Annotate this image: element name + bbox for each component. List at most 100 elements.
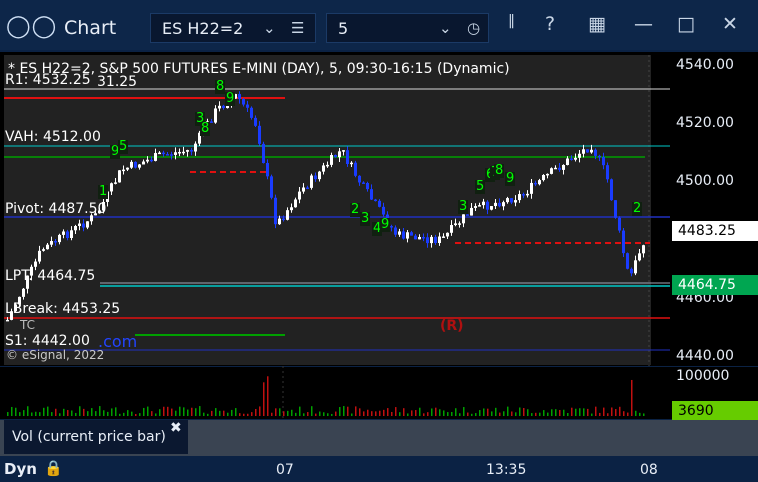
candle-body bbox=[278, 218, 281, 225]
volume-bar bbox=[195, 408, 197, 416]
volume-bar bbox=[423, 413, 425, 416]
candle-body bbox=[354, 162, 357, 176]
volume-bar bbox=[643, 413, 645, 416]
candle-body bbox=[86, 221, 89, 228]
volume-bar bbox=[547, 412, 549, 416]
candle-body bbox=[454, 223, 457, 226]
candle-body bbox=[218, 105, 221, 109]
candle-body bbox=[50, 241, 53, 245]
pivot-label: Pivot: 4487.50 bbox=[5, 201, 107, 217]
candle-body bbox=[242, 99, 245, 105]
price-tick: 4540.00 bbox=[676, 57, 734, 73]
candle-body bbox=[174, 152, 177, 155]
lpt-price-badge: 4464.75 bbox=[672, 275, 758, 295]
volume-bar bbox=[199, 406, 201, 416]
volume-bar bbox=[163, 406, 165, 416]
volume-bars bbox=[7, 376, 645, 416]
candle-body bbox=[578, 153, 581, 158]
volume-bar bbox=[55, 408, 57, 416]
volume-bar bbox=[91, 408, 93, 416]
candle-body bbox=[62, 231, 65, 235]
volume-bar bbox=[259, 406, 261, 416]
candle-body bbox=[470, 207, 473, 216]
candle-body bbox=[438, 236, 441, 244]
volume-bar bbox=[75, 412, 77, 416]
volume-bar bbox=[223, 410, 225, 416]
candle-body bbox=[518, 194, 521, 201]
dynamic-mode-label[interactable]: Dyn bbox=[4, 460, 37, 478]
volume-bar bbox=[155, 413, 157, 416]
candle-body bbox=[150, 159, 153, 162]
td-count-marker: 8 bbox=[200, 121, 211, 136]
volume-bar bbox=[363, 411, 365, 416]
time-label: 13:35 bbox=[486, 462, 527, 478]
candle-body bbox=[266, 163, 269, 177]
candle-body bbox=[302, 187, 305, 192]
volume-bar bbox=[639, 412, 641, 416]
volume-bar bbox=[135, 413, 137, 416]
volume-bar bbox=[351, 413, 353, 416]
volume-bar bbox=[291, 409, 293, 416]
s1-label: S1: 4442.00 bbox=[5, 333, 90, 349]
close-icon[interactable]: ✖ bbox=[170, 420, 182, 436]
lock-icon[interactable]: 🔒 bbox=[44, 459, 63, 477]
volume-bar bbox=[71, 410, 73, 416]
lbreak-label: LBreak: 4453.25 bbox=[5, 301, 121, 317]
candle-body bbox=[498, 202, 501, 207]
candle-body bbox=[530, 182, 533, 194]
candle-body bbox=[314, 175, 317, 180]
volume-bar bbox=[459, 413, 461, 416]
volume-bar bbox=[431, 408, 433, 416]
candle-body bbox=[466, 214, 469, 216]
volume-bar bbox=[115, 407, 117, 416]
volume-bar bbox=[587, 408, 589, 416]
candle-body bbox=[582, 149, 585, 154]
indicator-label[interactable]: Vol (current price bar) bbox=[12, 429, 166, 445]
candle-body bbox=[366, 182, 369, 190]
candle-body bbox=[162, 152, 165, 155]
candle-body bbox=[474, 206, 477, 208]
candle-body bbox=[590, 149, 593, 153]
volume-bar bbox=[507, 406, 509, 416]
volume-bar bbox=[127, 410, 129, 416]
td-count-marker: 8 bbox=[494, 163, 505, 178]
candle-body bbox=[42, 249, 45, 251]
volume-bar bbox=[391, 411, 393, 416]
volume-bar bbox=[407, 413, 409, 416]
watermark: © eSignal, 2022 bbox=[6, 348, 105, 362]
candle-body bbox=[346, 150, 349, 164]
volume-bar bbox=[355, 406, 357, 416]
candle-body bbox=[378, 200, 381, 207]
volume-bar bbox=[539, 412, 541, 416]
volume-bar bbox=[327, 413, 329, 416]
volume-bar bbox=[179, 406, 181, 416]
volume-bar bbox=[447, 412, 449, 416]
candle-body bbox=[478, 205, 481, 207]
td-count-marker: 9 bbox=[505, 171, 516, 186]
candle-body bbox=[458, 223, 461, 225]
volume-bar bbox=[471, 413, 473, 416]
volume-bar bbox=[207, 413, 209, 416]
candle-body bbox=[538, 180, 541, 185]
candle-body bbox=[562, 164, 565, 170]
candle-body bbox=[306, 187, 309, 189]
volume-bar bbox=[59, 413, 61, 416]
volume-bar bbox=[383, 409, 385, 416]
candle-body bbox=[126, 167, 129, 170]
volume-bar bbox=[311, 406, 313, 416]
volume-bar bbox=[635, 410, 637, 416]
volume-bar bbox=[559, 409, 561, 416]
candle-body bbox=[598, 155, 601, 158]
candle-body bbox=[418, 236, 421, 240]
volume-bar bbox=[387, 408, 389, 416]
volume-bar bbox=[247, 413, 249, 416]
candle-body bbox=[490, 206, 493, 210]
volume-bar bbox=[139, 413, 141, 416]
candle-body bbox=[146, 159, 149, 162]
volume-bar bbox=[531, 413, 533, 416]
volume-bar bbox=[631, 379, 633, 416]
volume-bar bbox=[467, 412, 469, 416]
volume-bar bbox=[347, 406, 349, 416]
volume-bar bbox=[479, 410, 481, 416]
volume-bar bbox=[483, 408, 485, 416]
